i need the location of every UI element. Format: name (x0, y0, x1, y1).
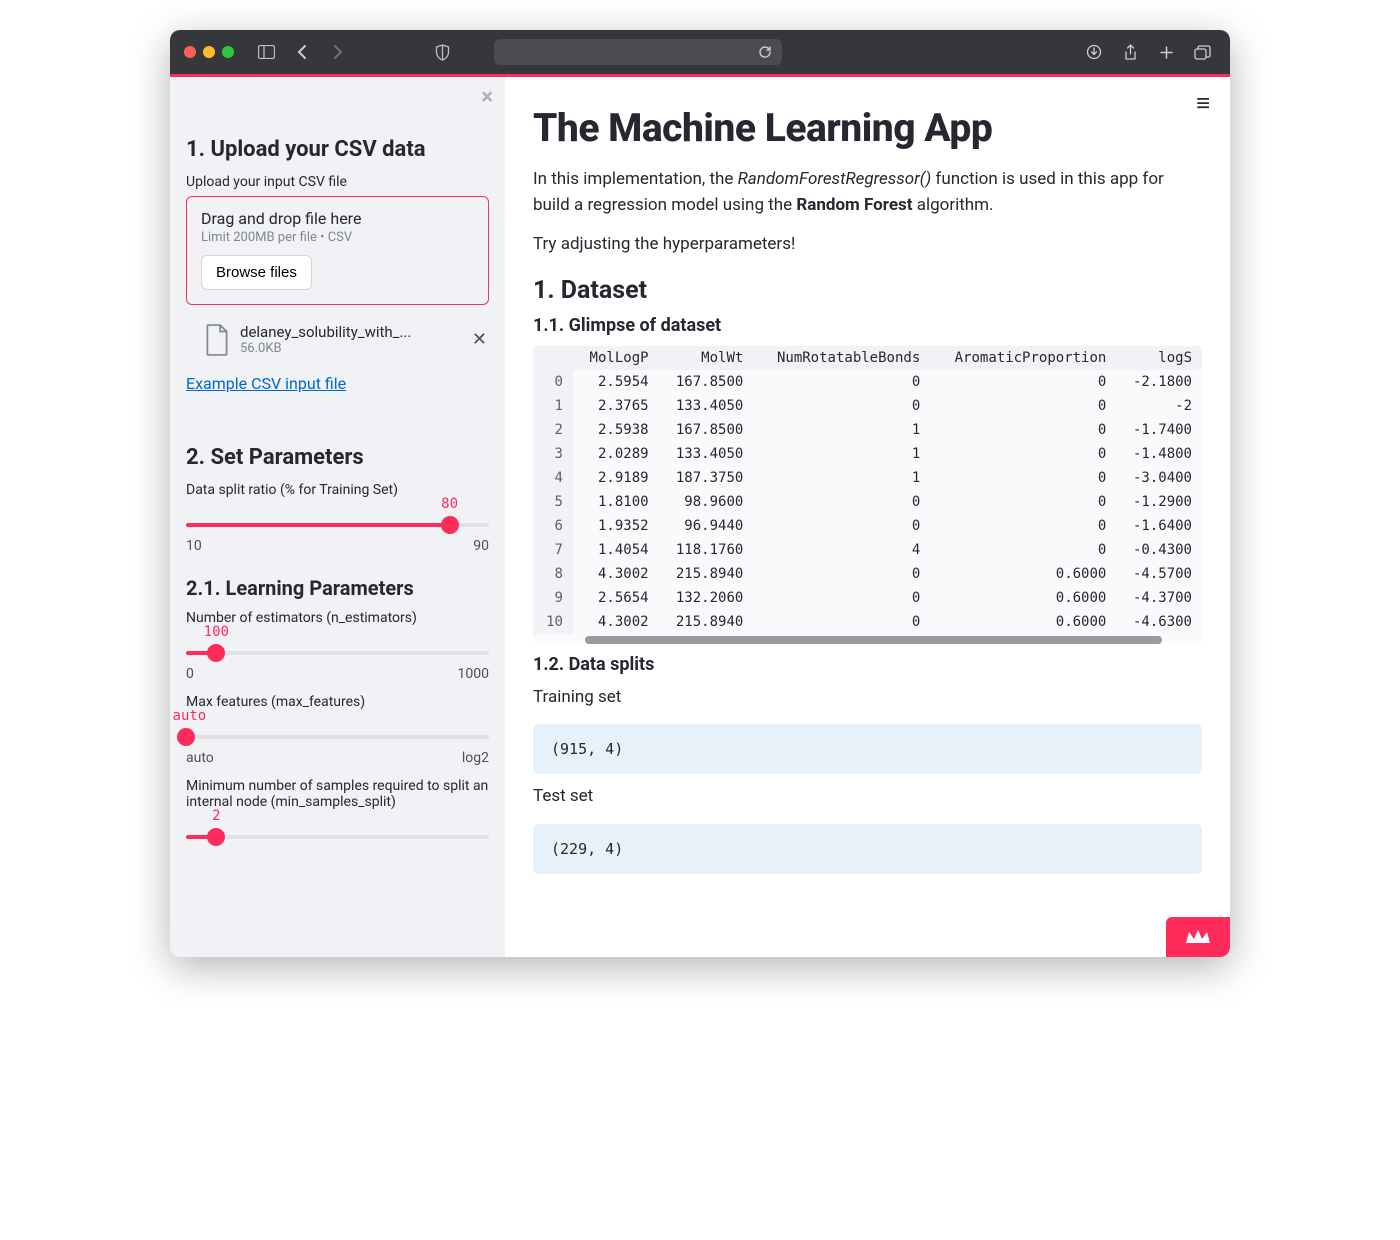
browser-chrome (170, 30, 1230, 74)
training-set-label: Training set (533, 685, 1202, 711)
streamlit-badge-button[interactable] (1166, 917, 1230, 957)
split-ratio-slider[interactable]: 80 (186, 516, 489, 534)
split-min: 10 (186, 538, 202, 554)
remove-file-icon[interactable]: ✕ (472, 329, 487, 350)
max-features-label: Max features (max_features) (186, 694, 489, 710)
table-column-header: NumRotatableBonds (753, 346, 930, 370)
page-title: The Machine Learning App (533, 105, 1202, 151)
close-window-button[interactable] (184, 46, 196, 58)
shield-icon[interactable] (428, 38, 456, 66)
table-row: 42.9189187.375010-3.0400 (533, 466, 1202, 490)
back-button[interactable] (288, 38, 316, 66)
new-tab-icon[interactable] (1152, 38, 1180, 66)
table-row: 32.0289133.405010-1.4800 (533, 442, 1202, 466)
max-features-slider[interactable]: auto (186, 728, 489, 746)
sidebar-close-icon[interactable]: × (481, 85, 493, 110)
min-samples-split-label: Minimum number of samples required to sp… (186, 778, 489, 810)
n-estimators-label: Number of estimators (n_estimators) (186, 610, 489, 626)
heading-upload: 1. Upload your CSV data (186, 137, 489, 162)
reload-icon[interactable] (758, 45, 772, 59)
table-row: 02.5954167.850000-2.1800 (533, 370, 1202, 394)
n-est-max: 1000 (458, 666, 489, 682)
dropzone-title: Drag and drop file here (201, 209, 474, 228)
table-column-header: MolWt (659, 346, 754, 370)
table-column-header: logS (1116, 346, 1202, 370)
heading-learning-params: 2.1. Learning Parameters (186, 576, 489, 600)
table-row: 61.935296.944000-1.6400 (533, 514, 1202, 538)
table-row: 84.3002215.894000.6000-4.5700 (533, 562, 1202, 586)
slider-n-estimators: Number of estimators (n_estimators) 100 … (186, 610, 489, 682)
slider-min-samples-split: Minimum number of samples required to sp… (186, 778, 489, 846)
address-bar[interactable] (494, 39, 782, 65)
example-csv-link[interactable]: Example CSV input file (186, 374, 346, 393)
n-estimators-slider[interactable]: 100 (186, 644, 489, 662)
min-samples-split-slider[interactable]: 2 (186, 828, 489, 846)
table-row: 104.3002215.894000.6000-4.6300 (533, 610, 1202, 634)
menu-icon[interactable]: ≡ (1196, 91, 1210, 115)
table-horizontal-scrollbar[interactable] (585, 636, 1162, 644)
forward-button[interactable] (324, 38, 352, 66)
intro-paragraph-2: Try adjusting the hyperparameters! (533, 232, 1202, 258)
sidebar-toggle-icon[interactable] (252, 38, 280, 66)
n-est-min: 0 (186, 666, 194, 682)
table-column-header: MolLogP (573, 346, 659, 370)
heading-parameters: 2. Set Parameters (186, 445, 489, 470)
table-row: 12.3765133.405000-2 (533, 394, 1202, 418)
share-icon[interactable] (1116, 38, 1144, 66)
browse-files-button[interactable]: Browse files (201, 255, 312, 290)
dropzone-subtitle: Limit 200MB per file • CSV (201, 230, 474, 245)
window-controls (184, 46, 234, 58)
downloads-icon[interactable] (1080, 38, 1108, 66)
main-content: ≡ The Machine Learning App In this imple… (505, 77, 1230, 957)
minimize-window-button[interactable] (203, 46, 215, 58)
intro-paragraph: In this implementation, the RandomForest… (533, 167, 1202, 218)
upload-label: Upload your input CSV file (186, 174, 489, 190)
browser-window: × 1. Upload your CSV data Upload your in… (170, 30, 1230, 957)
uploaded-file-name: delaney_solubility_with_... (240, 323, 462, 341)
heading-data-splits: 1.2. Data splits (533, 654, 1202, 675)
max-feat-max: log2 (462, 750, 489, 766)
split-max: 90 (473, 538, 489, 554)
uploaded-file-size: 56.0KB (240, 341, 462, 356)
table-column-header: AromaticProportion (930, 346, 1116, 370)
table-row: 71.4054118.176040-0.4300 (533, 538, 1202, 562)
file-dropzone[interactable]: Drag and drop file here Limit 200MB per … (186, 196, 489, 305)
maximize-window-button[interactable] (222, 46, 234, 58)
uploaded-file-row: delaney_solubility_with_... 56.0KB ✕ (186, 315, 489, 364)
tabs-icon[interactable] (1188, 38, 1216, 66)
app-body: × 1. Upload your CSV data Upload your in… (170, 77, 1230, 957)
test-set-shape: (229, 4) (533, 824, 1202, 874)
dataset-table[interactable]: MolLogPMolWtNumRotatableBondsAromaticPro… (533, 346, 1202, 644)
max-feat-min: auto (186, 750, 214, 766)
sidebar: × 1. Upload your CSV data Upload your in… (170, 77, 505, 957)
training-set-shape: (915, 4) (533, 724, 1202, 774)
heading-glimpse: 1.1. Glimpse of dataset (533, 315, 1202, 336)
table-row: 92.5654132.206000.6000-4.3700 (533, 586, 1202, 610)
slider-max-features: Max features (max_features) auto auto lo… (186, 694, 489, 766)
table-row: 22.5938167.850010-1.7400 (533, 418, 1202, 442)
slider-split-ratio: Data split ratio (% for Training Set) 80… (186, 482, 489, 554)
file-icon (204, 324, 230, 356)
table-row: 51.810098.960000-1.2900 (533, 490, 1202, 514)
heading-dataset: 1. Dataset (533, 276, 1202, 305)
test-set-label: Test set (533, 784, 1202, 810)
